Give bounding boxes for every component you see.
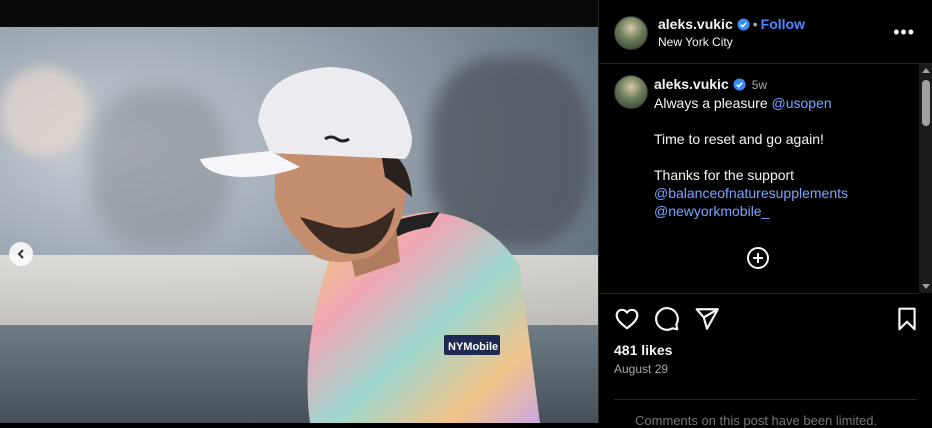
- caption-text: Always a pleasure @usopen Time to reset …: [654, 94, 904, 220]
- post-time[interactable]: 5w: [752, 78, 767, 92]
- scroll-up-arrow[interactable]: [922, 68, 930, 73]
- caption-text-part: Always a pleasure: [654, 95, 772, 111]
- comments-limited-notice: Comments on this post have been limited.: [635, 413, 878, 428]
- mention-link[interactable]: @balanceofnaturesupplements: [654, 184, 904, 202]
- comment-icon[interactable]: [654, 306, 680, 332]
- heart-icon[interactable]: [614, 306, 640, 332]
- avatar[interactable]: [614, 16, 648, 50]
- action-bar: [599, 296, 932, 344]
- username-link[interactable]: aleks.vukic: [658, 16, 733, 32]
- post-header: aleks.vukic • Follow New York City •••: [599, 0, 932, 64]
- likes-count[interactable]: 481 likes: [614, 342, 672, 358]
- comments-scrollbar[interactable]: [919, 64, 932, 293]
- header-user-line: aleks.vukic • Follow: [658, 16, 805, 32]
- divider: [614, 399, 917, 400]
- verified-badge-icon: [733, 78, 746, 91]
- post-date[interactable]: August 29: [614, 362, 668, 376]
- avatar[interactable]: [614, 75, 648, 109]
- scroll-down-arrow[interactable]: [922, 284, 930, 289]
- post-photo[interactable]: NYMobile: [0, 27, 598, 423]
- post-side-panel: aleks.vukic • Follow New York City ••• ale…: [598, 0, 932, 428]
- player-figure: NYMobile: [200, 67, 540, 423]
- location-link[interactable]: New York City: [658, 35, 733, 49]
- scroll-thumb[interactable]: [922, 80, 930, 126]
- verified-badge-icon: [737, 18, 750, 31]
- svg-text:NYMobile: NYMobile: [448, 341, 498, 353]
- separator-dot: •: [752, 16, 758, 32]
- comments-area: aleks.vukic 5w Always a pleasure @usopen …: [599, 64, 919, 294]
- caption-header: aleks.vukic 5w: [654, 76, 767, 92]
- chevron-left-icon: [17, 249, 24, 259]
- bookmark-icon[interactable]: [894, 306, 920, 332]
- top-strip: [0, 0, 598, 27]
- mention-link[interactable]: @usopen: [772, 95, 832, 111]
- add-circle-icon[interactable]: [747, 247, 769, 269]
- mention-link[interactable]: @newyorkmobile_: [654, 202, 904, 220]
- caption-line: Time to reset and go again!: [654, 131, 824, 147]
- previous-slide-button[interactable]: [9, 242, 33, 266]
- caption-line: Thanks for the support: [654, 167, 795, 183]
- more-icon[interactable]: •••: [893, 22, 915, 43]
- caption-line: Always a pleasure @usopen: [654, 94, 904, 112]
- caption-username[interactable]: aleks.vukic: [654, 76, 729, 92]
- follow-button[interactable]: Follow: [761, 16, 805, 32]
- share-icon[interactable]: [694, 306, 720, 332]
